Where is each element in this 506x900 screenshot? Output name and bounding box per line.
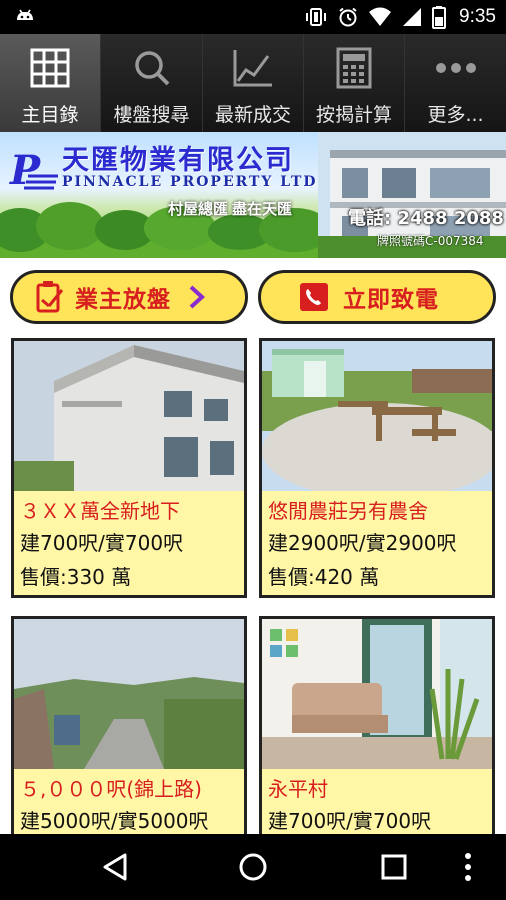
listing-area: 建700呎/實700呎 <box>20 531 184 555</box>
listing-price: 售價:330 萬 <box>20 565 132 589</box>
listing-card[interactable]: ３ＸＸ萬全新地下 建700呎/實700呎 售價:330 萬 <box>11 338 247 598</box>
listing-area: 建5000呎/實5000呎 <box>20 809 209 833</box>
listing-card[interactable]: 悠閒農莊另有農舍 建2900呎/實2900呎 售價:420 萬 <box>259 338 495 598</box>
banner-slogan: 村屋總匯 <box>168 200 229 218</box>
listing-area: 建700呎/實700呎 <box>268 809 432 833</box>
tab-home[interactable]: 主目錄 <box>0 34 101 132</box>
company-logo-icon: P <box>9 147 58 192</box>
listing-title: ３ＸＸ萬全新地下 <box>20 499 180 523</box>
chevron-right-icon <box>189 285 205 309</box>
android-icon <box>17 9 33 20</box>
calculator-icon <box>336 47 372 89</box>
wifi-icon <box>369 7 392 26</box>
tab-mortgage-calculator[interactable]: 按揭計算 <box>304 34 405 132</box>
more-dots-icon <box>435 63 476 73</box>
vibrate-icon <box>306 8 327 26</box>
tab-label: 樓盤搜尋 <box>113 104 190 126</box>
system-navigation-bar <box>0 834 506 900</box>
company-name-english: PINNACLE PROPERTY LTD <box>62 174 318 190</box>
status-bar: 9:35 <box>0 0 506 34</box>
listing-area: 建2900呎/實2900呎 <box>268 531 457 555</box>
tab-label: 更多... <box>427 104 484 126</box>
tab-label: 按揭計算 <box>315 104 392 126</box>
listing-title: 永平村 <box>268 777 328 801</box>
line-chart-icon <box>233 50 272 87</box>
listing-grid: ３ＸＸ萬全新地下 建700呎/實700呎 售價:330 萬 悠閒農莊另有農舍 建… <box>0 336 506 834</box>
company-phone[interactable]: 電話: 2488 2088 <box>348 204 504 230</box>
listing-price: 售價:420 萬 <box>268 565 380 589</box>
back-icon[interactable] <box>95 847 135 887</box>
listing-card[interactable]: ５,０００呎(錦上路) 建5000呎/實5000呎 <box>11 616 247 834</box>
clipboard-edit-icon <box>36 281 64 313</box>
listing-photo <box>14 619 244 769</box>
tab-latest-transactions[interactable]: 最新成交 <box>203 34 304 132</box>
action-bar: 業主放盤 立即致電 <box>0 258 506 336</box>
call-now-label: 立即致電 <box>343 287 439 313</box>
alarm-icon <box>339 7 357 27</box>
signal-icon <box>403 8 422 26</box>
phone-icon <box>300 283 328 311</box>
tab-more[interactable]: 更多... <box>405 34 506 132</box>
main-nav: 主目錄 樓盤搜尋 最新成交 按揭計算 更多... <box>0 34 506 132</box>
grid-icon <box>30 48 70 88</box>
owner-listing-button[interactable]: 業主放盤 <box>10 270 248 324</box>
banner-slogan: 盡在天匯 <box>232 200 293 218</box>
tab-label: 最新成交 <box>214 104 291 126</box>
home-icon[interactable] <box>233 847 273 887</box>
call-now-button[interactable]: 立即致電 <box>258 270 496 324</box>
listing-title: 悠閒農莊另有農舍 <box>268 499 428 523</box>
search-icon <box>134 51 169 86</box>
listing-photo <box>262 619 492 769</box>
listing-photo <box>262 341 492 491</box>
listing-card[interactable]: 永平村 建700呎/實700呎 <box>259 616 495 834</box>
company-name: 天匯物業有限公司 <box>62 145 294 176</box>
svg-text:P: P <box>9 147 42 192</box>
tab-property-search[interactable]: 樓盤搜尋 <box>101 34 203 132</box>
owner-listing-label: 業主放盤 <box>75 287 171 313</box>
tab-label: 主目錄 <box>21 104 79 126</box>
license-number: 牌照號碼C-007384 <box>377 234 484 248</box>
recents-icon[interactable] <box>374 847 414 887</box>
battery-icon <box>432 6 447 29</box>
listing-photo <box>14 341 244 491</box>
overflow-menu-icon[interactable] <box>458 847 478 887</box>
listing-title: ５,０００呎(錦上路) <box>20 777 202 801</box>
status-time: 9:35 <box>459 6 496 27</box>
